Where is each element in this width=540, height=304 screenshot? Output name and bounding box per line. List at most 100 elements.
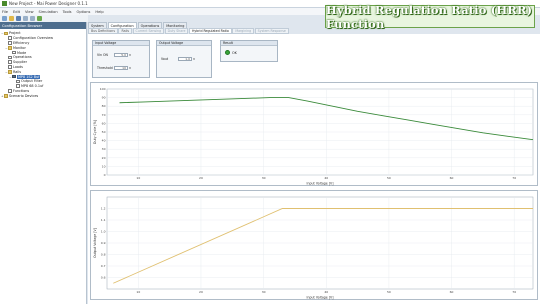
x-tick-label: 40	[324, 176, 328, 180]
tree-node-label: Mode	[17, 50, 27, 55]
doc-icon	[8, 65, 12, 69]
vin-label: Vin ON	[97, 53, 108, 58]
content-area: Input Voltage Vin ON 5.0 V Threshold 10 …	[88, 34, 540, 304]
doc-icon	[16, 84, 20, 88]
tree-node-label: MP8 68 0.1uf	[21, 84, 44, 89]
y-tick-label: 0.8	[101, 253, 106, 257]
y-tick-label: 20	[102, 156, 106, 160]
y-tick-label: 0.6	[101, 276, 106, 280]
output-voltage-chart: 0.6 0.7 0.8 0.9 1.0 1.1 1.2 10 20 30 40 50 60 70 Input…	[90, 190, 538, 300]
vout-unit: V	[193, 57, 196, 62]
menu-simulation[interactable]: Simulation	[39, 10, 58, 14]
vout-input[interactable]: 1.0	[178, 57, 192, 62]
threshold-label: Threshold	[97, 66, 113, 71]
x-tick-label: 70	[512, 290, 516, 294]
banner-title: Hybrid Regulation Ratio (HRR) Function	[326, 2, 533, 31]
vin-row: Vin ON 5.0 V	[97, 53, 132, 58]
doc-icon	[8, 89, 12, 93]
menu-view[interactable]: View	[25, 10, 34, 14]
x-tick-label: 10	[136, 176, 140, 180]
tree-node-label: Output Filter	[21, 79, 43, 84]
open-icon[interactable]	[9, 16, 14, 21]
tree-node-label: Functions	[13, 88, 30, 93]
y-tick-label: 1.2	[101, 207, 106, 211]
tree-node-label: Supplier	[13, 60, 27, 65]
run-icon[interactable]	[37, 16, 42, 21]
doc-icon	[8, 41, 12, 45]
y-tick-label: 0.7	[101, 264, 106, 268]
group-title: Output Voltage	[157, 41, 211, 46]
x-tick-label: 30	[262, 290, 266, 294]
undo-icon[interactable]	[23, 16, 28, 21]
folder-icon	[4, 94, 8, 98]
panel-header: Configuration Browser	[0, 22, 86, 29]
save-icon[interactable]	[16, 16, 21, 21]
vin-input[interactable]: 5.0	[114, 53, 128, 58]
tree-node[interactable]: + Scenario Devices	[1, 93, 85, 98]
y-tick-label: 10	[102, 164, 106, 168]
x-tick-label: 60	[450, 176, 454, 180]
menu-tools[interactable]: Tools	[63, 10, 72, 14]
redo-icon[interactable]	[30, 16, 35, 21]
y-tick-label: 50	[102, 130, 106, 134]
y-tick-label: 80	[102, 104, 106, 108]
output-voltage-group: Output Voltage Vout 1.0 V	[156, 40, 212, 78]
threshold-input[interactable]: 10	[114, 66, 128, 71]
duty-cycle-chart: 0 10 20 30 40 50 60 70 80 90 100 10 20 30 40 50 60 70 Inpu…	[90, 82, 538, 186]
y-axis-label: Output Voltage [V]	[93, 228, 97, 258]
tree-node-label: MP8 1S2 Buf	[17, 74, 41, 79]
x-tick-label: 50	[387, 290, 391, 294]
x-tick-label: 20	[199, 176, 203, 180]
doc-icon	[8, 36, 12, 40]
menu-file[interactable]: File	[2, 10, 8, 14]
status-label: OK	[232, 50, 237, 55]
x-tick-label: 60	[450, 290, 454, 294]
ok-status-icon	[225, 50, 230, 55]
tree-view: − Project Configuration Overview Efficiency…	[0, 29, 86, 100]
y-tick-label: 60	[102, 121, 106, 125]
folder-icon	[8, 70, 12, 74]
threshold-unit: V	[129, 66, 132, 71]
group-title: Input Voltage	[93, 41, 149, 46]
new-icon[interactable]	[2, 16, 7, 21]
chip-icon	[12, 74, 16, 79]
doc-icon	[16, 79, 20, 84]
x-tick-label: 30	[262, 176, 266, 180]
vout-label: Vout	[161, 57, 169, 62]
threshold-row: Threshold 10 V	[97, 66, 132, 71]
y-axis-label: Duty Cycle [%]	[93, 120, 97, 144]
y-tick-label: 30	[102, 147, 106, 151]
configuration-browser: Configuration Browser − Project Configurat…	[0, 22, 87, 304]
doc-icon	[8, 55, 12, 60]
tree-node-label: Configuration Overview	[13, 36, 54, 41]
menu-options[interactable]: Options	[77, 10, 91, 14]
vout-row: Vout 1.0 V	[161, 57, 196, 62]
menu-edit[interactable]: Edit	[13, 10, 20, 14]
x-tick-label: 70	[512, 176, 516, 180]
group-title: Result	[221, 41, 277, 46]
x-tick-label: 40	[324, 290, 328, 294]
duty-cycle-chart-svg: 0 10 20 30 40 50 60 70 80 90 100 10 20 30 40 50 60 70 Inpu…	[93, 87, 534, 186]
y-tick-label: 90	[102, 96, 106, 100]
toolbar	[0, 15, 88, 22]
tree-node-label: Project	[9, 31, 21, 36]
x-tick-label: 50	[387, 176, 391, 180]
menu-help[interactable]: Help	[95, 10, 103, 14]
x-axis-label: Input Voltage [V]	[307, 182, 334, 186]
y-tick-label: 1.1	[101, 218, 106, 222]
tree-node-label: Loads	[13, 64, 23, 69]
y-tick-label: 70	[102, 113, 106, 117]
result-status: OK	[225, 50, 237, 55]
tree-node-label: Efficiency	[13, 40, 30, 45]
app-icon	[2, 1, 7, 6]
y-tick-label: 1.0	[101, 230, 106, 234]
feature-banner: Hybrid Regulation Ratio (HRR) Function	[325, 2, 535, 31]
folder-icon	[4, 31, 8, 36]
vin-unit: V	[129, 53, 132, 58]
result-group: Result OK	[220, 40, 278, 62]
y-tick-label: 100	[100, 87, 106, 91]
x-tick-label: 10	[136, 290, 140, 294]
x-tick-label: 20	[199, 290, 203, 294]
output-voltage-chart-svg: 0.6 0.7 0.8 0.9 1.0 1.1 1.2 10 20 30 40 50 60 70 Input…	[93, 196, 534, 300]
tree-node-label: Scenario Devices	[9, 93, 39, 98]
